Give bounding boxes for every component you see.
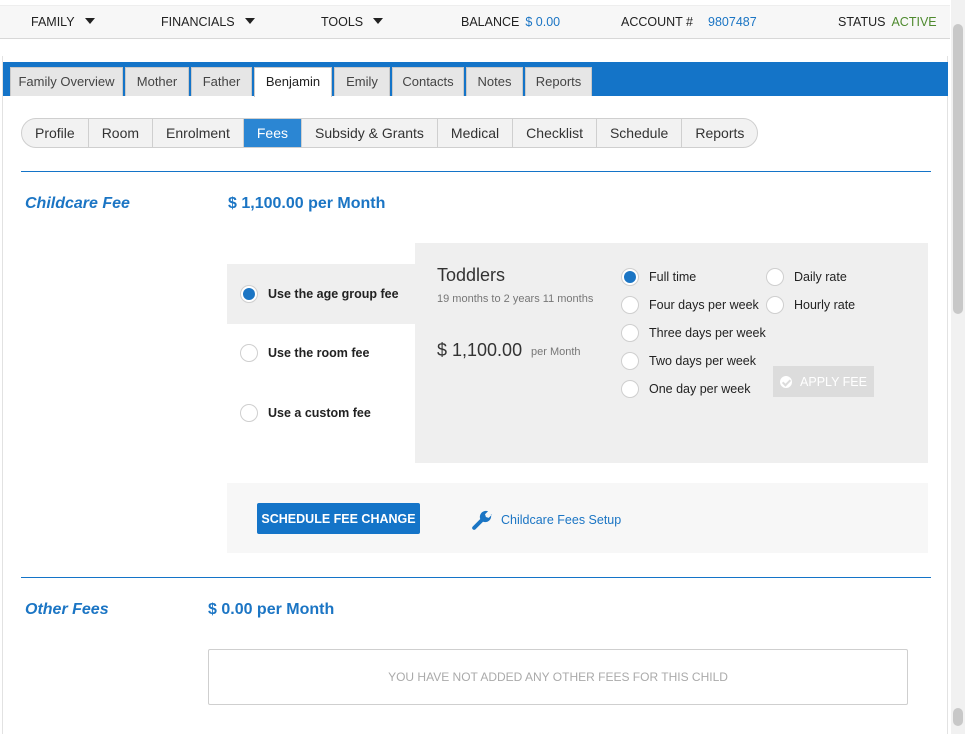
subtab-subsidy-grants[interactable]: Subsidy & Grants (302, 119, 438, 147)
financials-menu[interactable]: FINANCIALS (161, 15, 255, 29)
option-label: Daily rate (794, 270, 847, 284)
option-label: Use the age group fee (268, 287, 399, 301)
option-label: One day per week (649, 382, 751, 396)
subtab-medical[interactable]: Medical (438, 119, 514, 147)
option-label: Four days per week (649, 298, 759, 312)
tab-benjamin[interactable]: Benjamin (254, 67, 332, 97)
option-label: Use a custom fee (268, 406, 371, 420)
scrollbar-thumb-lower[interactable] (953, 708, 963, 726)
schedule-fee-change-button[interactable]: SCHEDULE FEE CHANGE (257, 503, 420, 534)
option-three-days[interactable]: Three days per week (621, 324, 766, 342)
status-badge: ACTIVE (891, 15, 937, 29)
radio-icon[interactable] (621, 296, 639, 314)
person-tabs: Family Overview Mother Father Benjamin E… (3, 62, 948, 97)
radio-selected-icon[interactable] (621, 268, 639, 286)
option-full-time[interactable]: Full time (621, 268, 696, 286)
option-room-fee[interactable]: Use the room fee (227, 323, 417, 383)
tab-father[interactable]: Father (191, 67, 252, 96)
other-fees-empty-state: YOU HAVE NOT ADDED ANY OTHER FEES FOR TH… (208, 649, 908, 705)
subtab-checklist[interactable]: Checklist (513, 119, 597, 147)
tab-mother[interactable]: Mother (125, 67, 189, 96)
divider (21, 171, 931, 172)
option-two-days[interactable]: Two days per week (621, 352, 756, 370)
option-custom-fee[interactable]: Use a custom fee (227, 383, 417, 443)
account-info: ACCOUNT # 9807487 (621, 15, 757, 29)
subtab-profile[interactable]: Profile (22, 119, 89, 147)
age-group-range: 19 months to 2 years 11 months (437, 293, 594, 305)
child-subtabs: Profile Room Enrolment Fees Subsidy & Gr… (21, 118, 759, 148)
age-group-amount: $ 1,100.00 (437, 340, 523, 360)
option-four-days[interactable]: Four days per week (621, 296, 759, 314)
radio-icon[interactable] (621, 380, 639, 398)
radio-icon[interactable] (766, 296, 784, 314)
setup-link-label: Childcare Fees Setup (501, 513, 622, 527)
apply-fee-button[interactable]: APPLY FEE (773, 366, 874, 397)
top-bar: FAMILY FINANCIALS TOOLS BALANCE $ 0.00 AC… (0, 5, 950, 39)
childcare-fee-amount: $ 1,100.00 per Month (228, 195, 386, 212)
subtab-fees[interactable]: Fees (243, 119, 302, 147)
scrollbar[interactable] (951, 0, 965, 734)
status-label: STATUS (838, 15, 886, 29)
tab-family-overview[interactable]: Family Overview (10, 67, 123, 96)
radio-icon[interactable] (766, 268, 784, 286)
scrollbar-thumb[interactable] (953, 24, 963, 314)
option-label: Three days per week (649, 326, 766, 340)
divider (21, 577, 931, 578)
balance-info: BALANCE $ 0.00 (461, 15, 560, 29)
wrench-icon (472, 510, 492, 530)
radio-icon[interactable] (240, 404, 258, 422)
family-menu-label: FAMILY (31, 15, 75, 29)
childcare-fee-title: Childcare Fee (25, 195, 130, 212)
age-group-period: per Month (531, 346, 581, 358)
option-hourly-rate[interactable]: Hourly rate (766, 296, 855, 314)
age-group-panel: Toddlers 19 months to 2 years 11 months … (415, 243, 928, 463)
balance-label: BALANCE (461, 15, 520, 29)
tools-menu-label: TOOLS (321, 15, 364, 29)
option-daily-rate[interactable]: Daily rate (766, 268, 847, 286)
tab-contacts[interactable]: Contacts (392, 67, 464, 96)
option-label: Hourly rate (794, 298, 856, 312)
other-fees-amount: $ 0.00 per Month (208, 601, 335, 618)
financials-menu-label: FINANCIALS (161, 15, 235, 29)
caret-down-icon (244, 18, 255, 24)
account-value: 9807487 (708, 15, 757, 29)
option-label: Two days per week (649, 354, 756, 368)
radio-icon[interactable] (240, 344, 258, 362)
age-group-name: Toddlers (437, 265, 506, 285)
other-fees-title: Other Fees (25, 601, 109, 618)
subtab-schedule[interactable]: Schedule (597, 119, 683, 147)
tab-notes[interactable]: Notes (466, 67, 523, 96)
check-circle-icon (780, 375, 793, 388)
account-label: ACCOUNT # (621, 15, 694, 29)
tools-menu[interactable]: TOOLS (321, 15, 384, 29)
family-menu[interactable]: FAMILY (31, 15, 95, 29)
apply-fee-label: APPLY FEE (800, 374, 867, 389)
caret-down-icon (84, 18, 95, 24)
radio-icon[interactable] (621, 324, 639, 342)
subtab-reports[interactable]: Reports (682, 119, 757, 147)
childcare-fees-setup-link[interactable]: Childcare Fees Setup (471, 509, 621, 531)
option-age-group-fee[interactable]: Use the age group fee (227, 264, 417, 324)
tab-reports[interactable]: Reports (525, 67, 592, 96)
option-one-day[interactable]: One day per week (621, 380, 750, 398)
option-label: Use the room fee (268, 346, 370, 360)
subtab-room[interactable]: Room (89, 119, 154, 147)
schedule-fee-box: SCHEDULE FEE CHANGE Childcare Fees Setup (227, 483, 928, 553)
option-label: Full time (649, 270, 697, 284)
caret-down-icon (373, 18, 384, 24)
balance-value: $ 0.00 (525, 15, 561, 29)
subtab-enrolment[interactable]: Enrolment (153, 119, 244, 147)
tab-emily[interactable]: Emily (334, 67, 390, 96)
status-info: STATUS ACTIVE (838, 15, 937, 29)
radio-icon[interactable] (621, 352, 639, 370)
radio-selected-icon[interactable] (240, 285, 258, 303)
